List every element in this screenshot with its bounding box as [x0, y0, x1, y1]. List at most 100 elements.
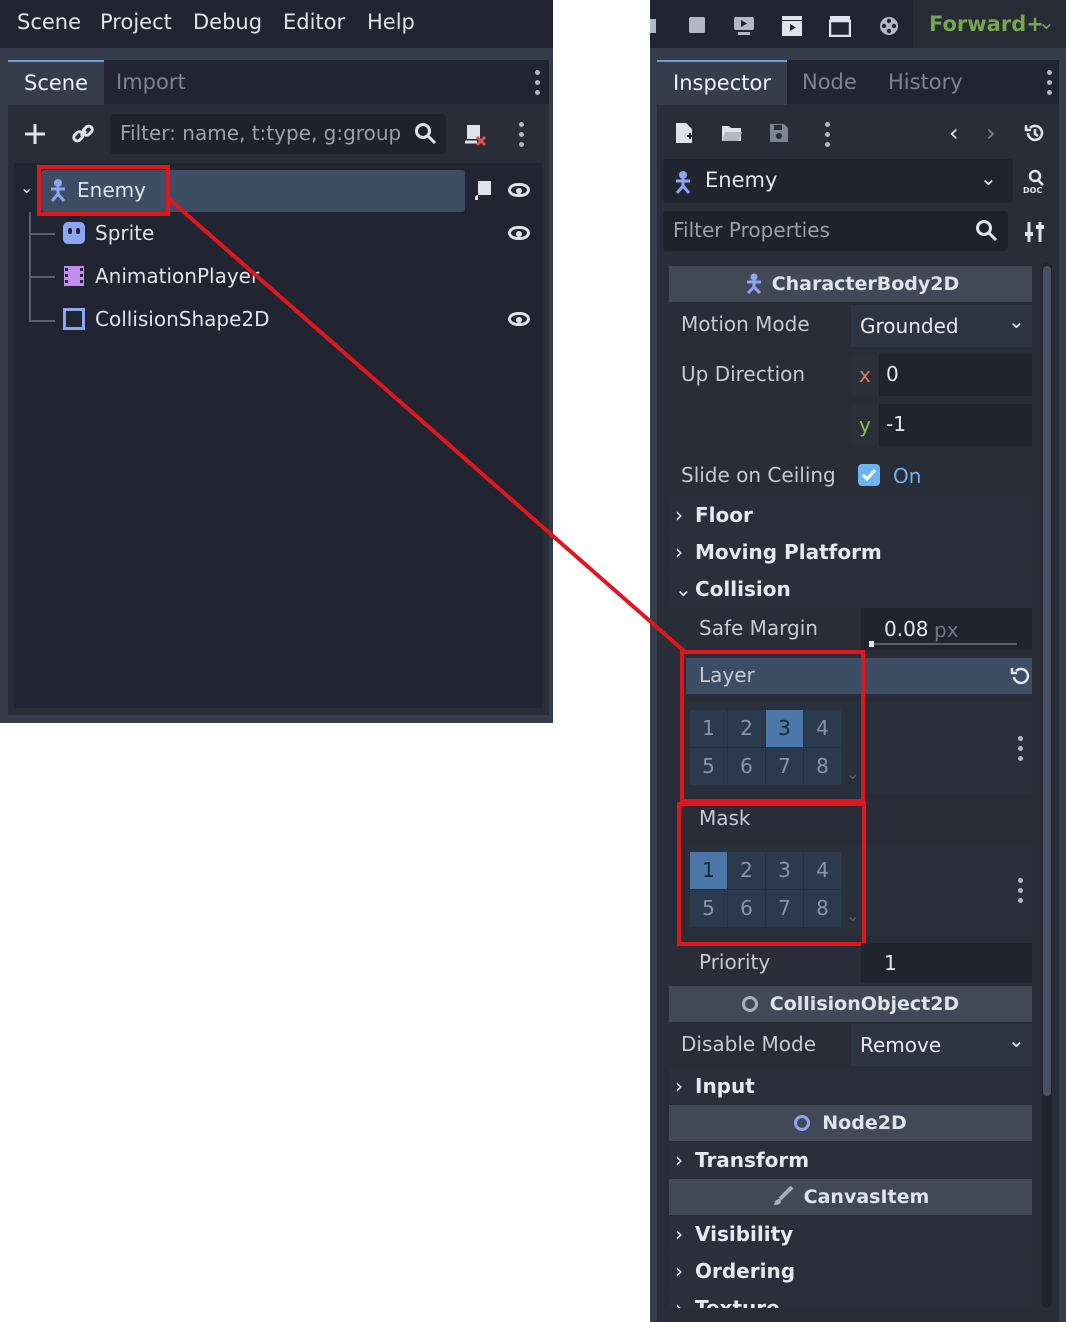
collision-shape-icon	[63, 308, 85, 330]
stop-icon[interactable]	[689, 17, 705, 33]
renderer-label: Forward+	[929, 12, 1044, 36]
section-header-canvasitem[interactable]: CanvasItem	[669, 1179, 1032, 1215]
tree-line	[29, 233, 55, 235]
label-up-direction: Up Direction	[681, 362, 806, 386]
chevron-right-icon: ›	[675, 1074, 683, 1098]
section-header-characterbody2d[interactable]: CharacterBody2D	[669, 266, 1032, 302]
slide-on-ceiling-value: On	[893, 464, 922, 488]
scene-tree	[14, 163, 542, 708]
collapse-arrow-icon[interactable]: ⌄	[20, 178, 33, 197]
group-label: Input	[695, 1074, 755, 1098]
forward-icon[interactable]: ›	[986, 119, 996, 147]
priority-value: 1	[884, 951, 897, 975]
save-icon[interactable]	[769, 123, 789, 143]
inspector-scrollbar-thumb[interactable]	[1043, 266, 1051, 1096]
x-axis-label: x	[859, 363, 871, 387]
tree-line	[29, 276, 55, 278]
safe-margin-value: 0.08	[884, 617, 929, 641]
menu-debug[interactable]: Debug	[193, 10, 262, 34]
visibility-eye-icon[interactable]	[508, 183, 530, 197]
chevron-down-icon: ⌄	[675, 577, 692, 601]
group-label: Ordering	[695, 1259, 796, 1283]
group-floor[interactable]: › Floor	[669, 497, 1032, 533]
tab-scene[interactable]: Scene	[8, 60, 105, 105]
group-input[interactable]: › Input	[669, 1068, 1032, 1104]
mask-more-icon[interactable]	[1017, 878, 1023, 904]
menu-scene[interactable]: Scene	[17, 10, 81, 34]
section-header-node2d[interactable]: Node2D	[669, 1105, 1032, 1141]
group-label: Floor	[695, 503, 753, 527]
section-title: CharacterBody2D	[771, 273, 960, 295]
tab-import[interactable]: Import	[100, 61, 202, 104]
safe-margin-unit: px	[934, 618, 959, 642]
y-axis-label: y	[859, 413, 871, 437]
revert-icon[interactable]	[1010, 664, 1032, 686]
menu-bar	[0, 0, 553, 48]
play-custom-scene-icon[interactable]	[828, 15, 852, 38]
visibility-eye-icon[interactable]	[508, 312, 530, 326]
section-title: Node2D	[822, 1112, 907, 1134]
scene-filter-input[interactable]: Filter: name, t:type, g:group	[110, 114, 446, 154]
play-scene-icon[interactable]	[781, 15, 803, 37]
resource-more-icon[interactable]	[824, 122, 830, 148]
inspector-menu-icon[interactable]	[1046, 70, 1052, 96]
safe-margin-slider[interactable]	[870, 643, 1017, 645]
chevron-down-icon: ⌄	[1008, 1028, 1025, 1052]
scene-dock-menu-icon[interactable]	[534, 70, 540, 96]
tab-node[interactable]: Node	[786, 61, 873, 104]
tab-history[interactable]: History	[872, 61, 979, 104]
group-ordering[interactable]: › Ordering	[669, 1253, 1032, 1289]
link-icon[interactable]	[71, 122, 95, 146]
menu-help[interactable]: Help	[367, 10, 415, 34]
group-label: Texture	[695, 1296, 780, 1308]
back-icon[interactable]: ‹	[949, 119, 959, 147]
section-title: CanvasItem	[803, 1186, 930, 1208]
brush-icon	[772, 1182, 794, 1205]
group-visibility[interactable]: › Visibility	[669, 1216, 1032, 1252]
group-label: Visibility	[695, 1222, 794, 1246]
menu-project[interactable]: Project	[100, 10, 172, 34]
slide-on-ceiling-checkbox[interactable]	[858, 464, 880, 486]
tree-label-collisionshape2d: CollisionShape2D	[95, 307, 270, 331]
tree-label-animationplayer: AnimationPlayer	[95, 264, 260, 288]
group-collision[interactable]: ⌄ Collision	[669, 571, 1032, 607]
chevron-right-icon: ›	[675, 1259, 683, 1283]
movie-maker-icon[interactable]	[878, 15, 900, 37]
play-icon[interactable]	[650, 19, 656, 33]
menu-editor[interactable]: Editor	[283, 10, 345, 34]
label-slide-on-ceiling: Slide on Ceiling	[681, 463, 836, 487]
scene-more-icon[interactable]	[518, 122, 524, 148]
script-remove-icon[interactable]	[463, 122, 487, 148]
new-resource-icon[interactable]	[674, 122, 694, 144]
chevron-down-icon: ⌄	[980, 166, 997, 190]
filter-properties-input[interactable]: Filter Properties	[663, 211, 1008, 251]
script-icon[interactable]	[473, 179, 493, 201]
group-transform[interactable]: › Transform	[669, 1142, 1032, 1178]
tree-label-sprite: Sprite	[95, 221, 155, 245]
tree-line	[29, 320, 55, 322]
tab-inspector[interactable]: Inspector	[657, 60, 787, 105]
load-resource-icon[interactable]	[721, 123, 743, 143]
layer-more-icon[interactable]	[1017, 736, 1023, 762]
add-node-icon[interactable]	[24, 123, 46, 145]
node2d-icon	[794, 1115, 811, 1131]
group-texture[interactable]: › Texture	[669, 1290, 1032, 1308]
remote-debug-icon[interactable]	[733, 15, 755, 37]
chevron-right-icon: ›	[675, 1222, 683, 1246]
up-direction-x-value: 0	[886, 362, 899, 386]
tools-icon[interactable]	[1024, 220, 1046, 244]
chevron-down-icon: ⌄	[1038, 10, 1055, 34]
history-icon[interactable]	[1024, 122, 1046, 144]
highlight-box-mask	[677, 802, 866, 946]
safe-margin-slider-grabber[interactable]	[869, 641, 874, 647]
doc-icon[interactable]: DOC	[1022, 168, 1048, 195]
tree-line	[29, 212, 31, 322]
character-body-icon	[671, 170, 693, 194]
group-moving-platform[interactable]: › Moving Platform	[669, 534, 1032, 570]
section-header-collisionobject2d[interactable]: CollisionObject2D	[669, 986, 1032, 1022]
search-icon	[414, 122, 438, 146]
character-body-icon	[742, 270, 764, 295]
visibility-eye-icon[interactable]	[508, 226, 530, 240]
group-label: Moving Platform	[695, 540, 882, 564]
chevron-right-icon: ›	[675, 1296, 683, 1308]
